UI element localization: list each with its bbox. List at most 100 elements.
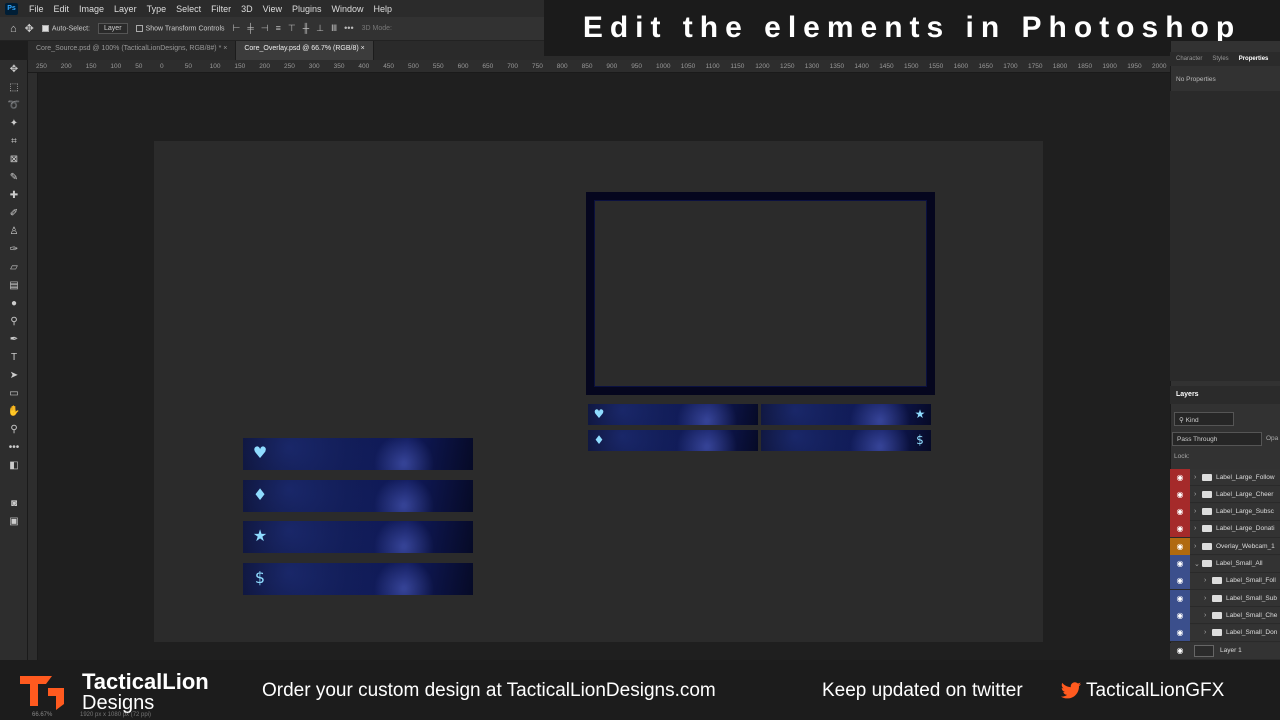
- menu-window[interactable]: Window: [327, 4, 369, 14]
- align-right-icon[interactable]: ⊣: [261, 23, 269, 34]
- visibility-eye-icon[interactable]: ◉: [1170, 485, 1190, 503]
- layer-row[interactable]: ◉ › Label_Small_Che: [1170, 606, 1280, 625]
- distribute-icon[interactable]: Ⅲ: [331, 23, 337, 34]
- layers-panel-title[interactable]: Layers: [1170, 386, 1280, 404]
- pen-tool-icon[interactable]: ✒: [6, 333, 22, 347]
- marquee-tool-icon[interactable]: ⬚: [6, 81, 22, 95]
- show-transform-checkbox[interactable]: Show Transform Controls: [135, 24, 225, 32]
- layer-row[interactable]: ◉ › Label_Large_Subsc: [1170, 503, 1280, 521]
- blur-tool-icon[interactable]: ●: [6, 297, 22, 311]
- visibility-eye-icon[interactable]: ◉: [1170, 572, 1190, 590]
- tab-core-overlay[interactable]: Core_Overlay.psd @ 66.7% (RGB/8) ×: [236, 41, 374, 60]
- chevron-right-icon[interactable]: ›: [1204, 629, 1212, 636]
- layer-row[interactable]: ◉ ⌄ Label_Small_All: [1170, 555, 1280, 573]
- move-tool-icon[interactable]: ✥: [6, 63, 22, 77]
- menu-select[interactable]: Select: [171, 4, 206, 14]
- menu-help[interactable]: Help: [369, 4, 398, 14]
- close-icon[interactable]: ×: [223, 45, 227, 52]
- chevron-right-icon[interactable]: ›: [1194, 543, 1202, 550]
- chevron-right-icon[interactable]: ›: [1204, 612, 1212, 619]
- horizontal-ruler[interactable]: 250 200 150 100 50 0 50 100 150 200 250 300 350 400 45…: [28, 60, 1170, 73]
- home-icon[interactable]: ⌂: [10, 23, 17, 35]
- visibility-eye-icon[interactable]: ◉: [1170, 642, 1190, 659]
- layer-row[interactable]: ◉ › Overlay_Webcam_1: [1170, 537, 1280, 556]
- small-label-bar[interactable]: $: [761, 430, 931, 451]
- menu-edit[interactable]: Edit: [49, 4, 75, 14]
- close-icon[interactable]: ×: [361, 45, 365, 52]
- large-label-bar[interactable]: ♥: [243, 438, 473, 470]
- zoom-tool-icon[interactable]: ⚲: [6, 423, 22, 437]
- visibility-eye-icon[interactable]: ◉: [1170, 555, 1190, 572]
- small-label-bar[interactable]: ★: [761, 404, 931, 425]
- menu-file[interactable]: File: [24, 4, 49, 14]
- menu-plugins[interactable]: Plugins: [287, 4, 327, 14]
- more-tools-icon[interactable]: •••: [6, 441, 22, 455]
- webcam-frame[interactable]: [586, 192, 935, 395]
- twitter-handle[interactable]: TacticalLionGFX: [1086, 680, 1224, 702]
- large-label-bar[interactable]: ★: [243, 521, 473, 553]
- visibility-eye-icon[interactable]: ◉: [1170, 503, 1190, 521]
- menu-image[interactable]: Image: [74, 4, 109, 14]
- visibility-eye-icon[interactable]: ◉: [1170, 606, 1190, 624]
- layer-row[interactable]: ◉ › Label_Small_Foll: [1170, 572, 1280, 590]
- chevron-right-icon[interactable]: ›: [1204, 577, 1212, 584]
- hand-tool-icon[interactable]: ✋: [6, 405, 22, 419]
- menu-layer[interactable]: Layer: [109, 4, 142, 14]
- path-select-icon[interactable]: ➤: [6, 369, 22, 383]
- blend-mode-dropdown[interactable]: Pass Through: [1172, 432, 1262, 446]
- color-swatches-icon[interactable]: ◧: [6, 459, 22, 473]
- align-bottom-icon[interactable]: ⊥: [316, 23, 324, 34]
- align-middle-icon[interactable]: ╫: [303, 23, 309, 34]
- layer-row[interactable]: ◉ Layer 1: [1170, 642, 1280, 660]
- healing-brush-icon[interactable]: ✚: [6, 189, 22, 203]
- auto-select-checkbox[interactable]: Auto-Select:: [41, 24, 90, 32]
- crop-tool-icon[interactable]: ⌗: [6, 135, 22, 149]
- chevron-right-icon[interactable]: ›: [1194, 474, 1202, 481]
- tab-styles[interactable]: Styles: [1212, 56, 1228, 62]
- tab-character[interactable]: Character: [1176, 56, 1202, 62]
- layer-row[interactable]: ◉ › Label_Large_Donati: [1170, 520, 1280, 538]
- vertical-ruler[interactable]: [28, 73, 38, 660]
- zoom-level[interactable]: 66.67%: [32, 712, 52, 718]
- menu-filter[interactable]: Filter: [206, 4, 236, 14]
- align-left-icon[interactable]: ⊢: [233, 23, 241, 34]
- chevron-right-icon[interactable]: ›: [1194, 491, 1202, 498]
- type-tool-icon[interactable]: T: [6, 351, 22, 365]
- layer-row[interactable]: ◉ › Label_Small_Sub: [1170, 589, 1280, 608]
- history-brush-icon[interactable]: ✑: [6, 243, 22, 257]
- align-center-icon[interactable]: ╪: [247, 23, 253, 34]
- chevron-right-icon[interactable]: ›: [1194, 508, 1202, 515]
- menu-view[interactable]: View: [258, 4, 287, 14]
- small-label-bar[interactable]: ♥: [588, 404, 758, 425]
- quick-mask-icon[interactable]: ◙: [6, 497, 22, 511]
- visibility-eye-icon[interactable]: ◉: [1170, 589, 1190, 607]
- rectangle-tool-icon[interactable]: ▭: [6, 387, 22, 401]
- layer-row[interactable]: ◉ › Label_Large_Cheer: [1170, 485, 1280, 504]
- eyedropper-icon[interactable]: ✎: [6, 171, 22, 185]
- layer-filter-kind-dropdown[interactable]: ⚲ Kind: [1174, 412, 1234, 426]
- visibility-eye-icon[interactable]: ◉: [1170, 537, 1190, 555]
- small-label-bar[interactable]: ♦: [588, 430, 758, 451]
- align-justify-icon[interactable]: ≡: [276, 23, 281, 34]
- visibility-eye-icon[interactable]: ◉: [1170, 468, 1190, 486]
- tab-properties[interactable]: Properties: [1239, 56, 1269, 62]
- move-tool-icon[interactable]: ✥: [25, 22, 34, 35]
- large-label-bar[interactable]: ♦: [243, 480, 473, 512]
- lasso-tool-icon[interactable]: ➰: [6, 99, 22, 113]
- stamp-tool-icon[interactable]: ♙: [6, 225, 22, 239]
- large-label-bar[interactable]: $: [243, 563, 473, 595]
- chevron-down-icon[interactable]: ⌄: [1194, 560, 1202, 568]
- visibility-eye-icon[interactable]: ◉: [1170, 520, 1190, 538]
- more-options-icon[interactable]: •••: [344, 23, 353, 34]
- chevron-right-icon[interactable]: ›: [1204, 595, 1212, 602]
- chevron-right-icon[interactable]: ›: [1194, 525, 1202, 532]
- layer-row[interactable]: ◉ › Label_Large_Follow: [1170, 468, 1280, 486]
- magic-wand-icon[interactable]: ✦: [6, 117, 22, 131]
- gradient-tool-icon[interactable]: ▤: [6, 279, 22, 293]
- align-top-icon[interactable]: ⊤: [288, 23, 296, 34]
- tab-core-source[interactable]: Core_Source.psd @ 100% (TacticalLionDesi…: [28, 41, 237, 60]
- screen-mode-icon[interactable]: ▣: [6, 515, 22, 529]
- frame-tool-icon[interactable]: ⊠: [6, 153, 22, 167]
- menu-3d[interactable]: 3D: [236, 4, 258, 14]
- visibility-eye-icon[interactable]: ◉: [1170, 624, 1190, 642]
